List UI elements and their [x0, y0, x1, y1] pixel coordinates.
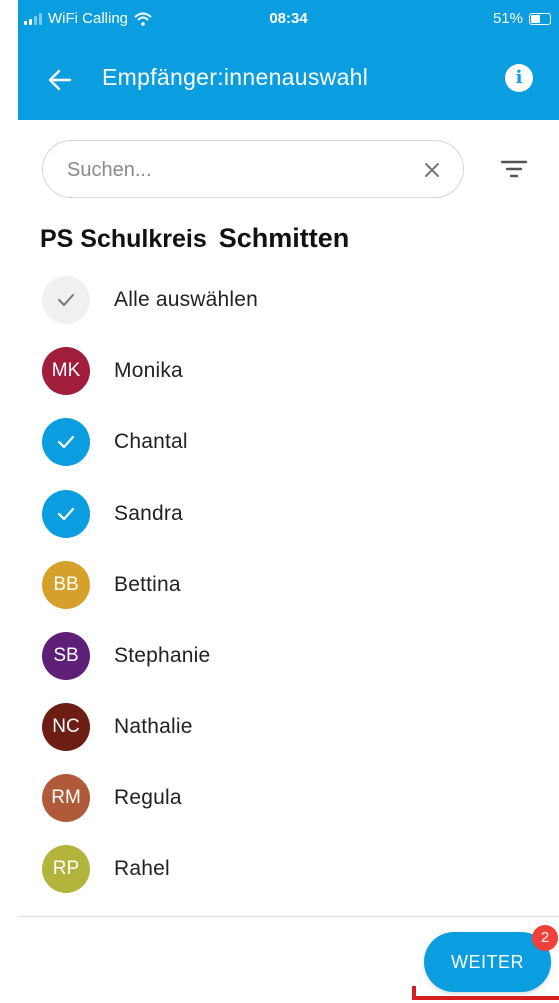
list-item[interactable]: RM Regula	[0, 763, 559, 833]
clock: 08:34	[269, 10, 308, 27]
close-icon[interactable]	[421, 159, 443, 181]
list-item[interactable]: RP Rahel	[0, 834, 559, 904]
avatar: BB	[42, 561, 90, 609]
select-all-check	[42, 276, 90, 324]
list-item[interactable]: NC Nathalie	[0, 692, 559, 762]
group-title-right: Schmitten	[218, 223, 350, 253]
highlight-mark-horizontal	[412, 996, 559, 1000]
status-bar: WiFi Calling 08:34 51%	[18, 0, 559, 40]
list-item[interactable]: Sandra	[0, 479, 559, 549]
select-all-label: Alle auswählen	[114, 288, 259, 311]
search-input[interactable]	[65, 153, 399, 187]
back-button[interactable]	[40, 62, 80, 98]
select-all-row[interactable]: Alle auswählen	[0, 265, 559, 335]
recipient-name: Rahel	[114, 857, 170, 880]
status-right: 51%	[493, 10, 551, 27]
divider	[18, 916, 559, 917]
avatar: SB	[42, 632, 90, 680]
app-bar: Empfänger:innenauswahl i	[18, 40, 559, 120]
check-icon	[57, 435, 75, 449]
group-title-left: PS Schulkreis	[40, 225, 207, 253]
avatar: RM	[42, 774, 90, 822]
info-icon[interactable]: i	[505, 64, 533, 92]
list-item[interactable]: SB Stephanie	[0, 621, 559, 691]
list-item[interactable]: BB Bettina	[0, 550, 559, 620]
recipient-name: Bettina	[114, 573, 181, 596]
check-icon	[58, 294, 74, 306]
recipient-name: Regula	[114, 786, 182, 809]
avatar: RP	[42, 845, 90, 893]
recipient-name: Monika	[114, 359, 183, 382]
recipient-name: Stephanie	[114, 644, 211, 667]
recipient-name: Chantal	[114, 430, 188, 453]
page-title: Empfänger:innenauswahl	[102, 64, 369, 90]
check-icon	[57, 507, 75, 521]
arrow-left-icon	[48, 69, 72, 91]
battery-percent: 51%	[492, 10, 523, 27]
recipient-name: Sandra	[114, 502, 183, 525]
avatar: NC	[42, 703, 90, 751]
group-title: PS Schulkreis Schmitten	[40, 223, 349, 254]
list-item[interactable]: MK Monika	[0, 336, 559, 406]
search-bar	[42, 140, 464, 198]
avatar-selected	[42, 490, 90, 538]
avatar-selected	[42, 418, 90, 466]
filter-icon[interactable]	[498, 156, 530, 182]
selected-count-badge: 2	[532, 925, 558, 951]
list-item[interactable]: Chantal	[0, 407, 559, 477]
recipient-name: Nathalie	[114, 715, 193, 738]
avatar: MK	[42, 347, 90, 395]
battery-icon	[529, 12, 551, 25]
